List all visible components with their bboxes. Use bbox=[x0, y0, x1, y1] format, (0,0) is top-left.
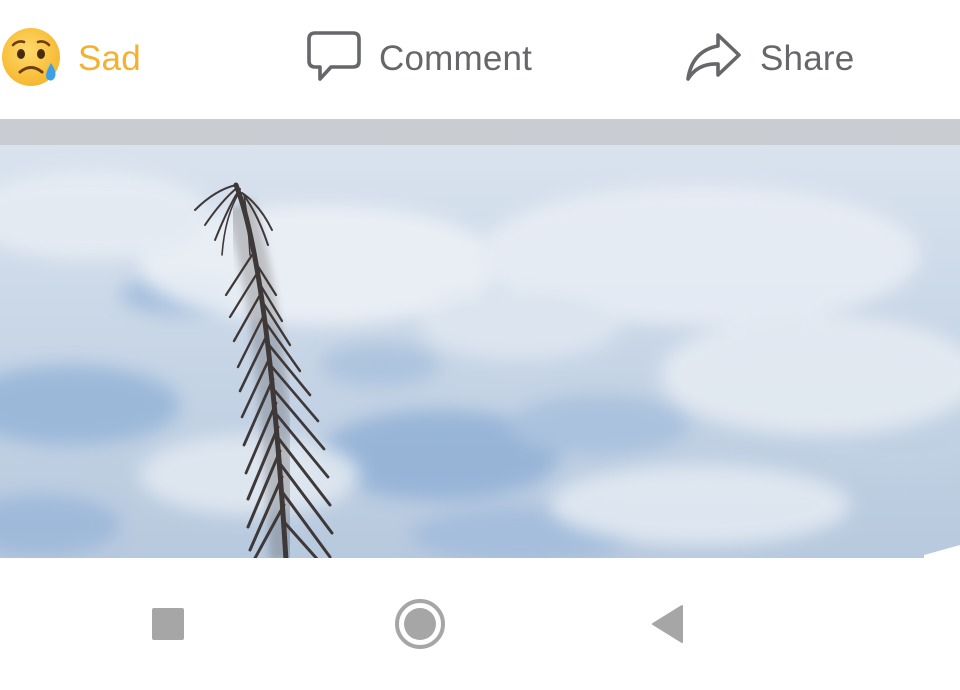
system-navigation-bar bbox=[0, 560, 960, 690]
square-recents-icon bbox=[150, 606, 186, 647]
sad-reaction-button[interactable]: Sad bbox=[0, 26, 141, 92]
sad-reaction-label: Sad bbox=[78, 39, 141, 78]
post-photo[interactable] bbox=[0, 145, 960, 560]
home-button[interactable] bbox=[390, 596, 450, 656]
comment-bubble-icon bbox=[305, 29, 363, 90]
triangle-back-icon bbox=[650, 604, 686, 649]
circle-home-icon bbox=[394, 598, 446, 655]
comment-label: Comment bbox=[379, 39, 533, 78]
comment-button[interactable]: Comment bbox=[305, 26, 532, 92]
feed-divider bbox=[0, 119, 960, 145]
share-arrow-icon bbox=[684, 29, 742, 90]
share-label: Share bbox=[760, 39, 855, 78]
back-button[interactable] bbox=[638, 596, 698, 656]
sad-face-emoji-icon bbox=[0, 25, 64, 94]
post-action-bar: Sad Comment Share bbox=[0, 0, 960, 119]
recents-button[interactable] bbox=[138, 596, 198, 656]
share-button[interactable]: Share bbox=[684, 26, 854, 92]
